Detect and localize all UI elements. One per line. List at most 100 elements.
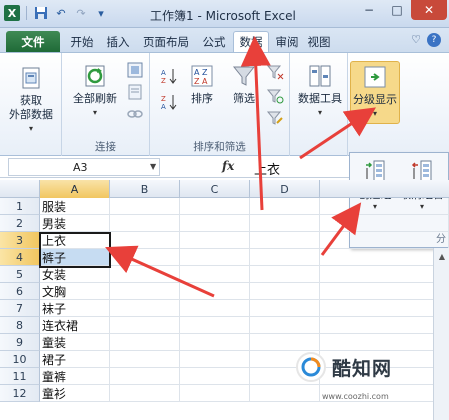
row-header[interactable]: 7 (0, 300, 40, 317)
column-header-a[interactable]: A (40, 180, 110, 198)
customize-qat-icon[interactable]: ▾ (93, 5, 109, 21)
cell-empty[interactable] (180, 300, 250, 317)
name-box[interactable]: A3 (8, 158, 160, 176)
cell-empty[interactable] (250, 249, 320, 266)
cell-empty[interactable] (320, 215, 449, 232)
cell-empty[interactable] (110, 198, 180, 215)
cell-a[interactable]: 服装 (40, 198, 110, 215)
cell-empty[interactable] (320, 198, 449, 215)
cell-empty[interactable] (250, 334, 320, 351)
sort-button[interactable]: A ZZ A 排序 (184, 63, 220, 106)
cell-empty[interactable] (110, 351, 180, 368)
row-header[interactable]: 10 (0, 351, 40, 368)
cell-empty[interactable] (180, 368, 250, 385)
minimize-ribbon-icon[interactable]: ♡ (411, 33, 421, 47)
properties-icon[interactable] (126, 83, 144, 101)
clear-filter-icon[interactable] (266, 63, 284, 81)
cell-empty[interactable] (180, 385, 250, 402)
refresh-all-button[interactable]: 全部刷新 ▾ (70, 63, 120, 120)
edit-links-icon[interactable] (126, 105, 144, 123)
redo-icon[interactable]: ↷ (73, 5, 89, 21)
undo-icon[interactable]: ↶ (53, 5, 69, 21)
row-header[interactable]: 5 (0, 266, 40, 283)
row-header[interactable]: 12 (0, 385, 40, 402)
cell-a[interactable]: 文胸 (40, 283, 110, 300)
filter-button[interactable]: 筛选 (226, 63, 262, 106)
cell-empty[interactable] (180, 317, 250, 334)
cell-a[interactable]: 童装 (40, 334, 110, 351)
column-header-c[interactable]: C (180, 180, 250, 198)
tab-view[interactable]: 视图 (304, 31, 334, 52)
cell-empty[interactable] (320, 232, 449, 249)
get-external-data-button[interactable]: 获取 外部数据 ▾ (8, 65, 54, 136)
cell-empty[interactable] (110, 215, 180, 232)
minimize-button[interactable]: − (355, 0, 383, 20)
cell-empty[interactable] (250, 300, 320, 317)
cell-empty[interactable] (250, 215, 320, 232)
row-header[interactable]: 4 (0, 249, 40, 266)
row-header[interactable]: 3 (0, 232, 40, 249)
insert-function-icon[interactable]: fx (222, 159, 234, 173)
cell-a[interactable]: 袜子 (40, 300, 110, 317)
cell-a[interactable]: 童衫 (40, 385, 110, 402)
tab-file[interactable]: 文件 (6, 31, 60, 52)
connections-icon[interactable] (126, 61, 144, 79)
outline-button[interactable]: 分级显示 ▾ (350, 61, 400, 124)
cell-empty[interactable] (250, 198, 320, 215)
column-header-d[interactable]: D (250, 180, 320, 198)
cell-a[interactable]: 裙子 (40, 351, 110, 368)
cell-empty[interactable] (110, 385, 180, 402)
cell-empty[interactable] (110, 283, 180, 300)
tab-page-layout[interactable]: 页面布局 (138, 31, 194, 52)
cell-a[interactable]: 男装 (40, 215, 110, 232)
cell-empty[interactable] (110, 249, 180, 266)
cell-empty[interactable] (110, 300, 180, 317)
cell-empty[interactable] (320, 317, 449, 334)
tab-review[interactable]: 审阅 (272, 31, 302, 52)
sort-ascending-icon[interactable]: AZ (160, 67, 178, 85)
data-tools-button[interactable]: 数据工具 ▾ (294, 63, 346, 120)
cell-empty[interactable] (180, 198, 250, 215)
reapply-icon[interactable] (266, 87, 284, 105)
cell-empty[interactable] (250, 317, 320, 334)
tab-data[interactable]: 数据 (233, 31, 269, 52)
cell-empty[interactable] (250, 266, 320, 283)
cell-empty[interactable] (250, 385, 320, 402)
advanced-filter-icon[interactable] (266, 109, 284, 127)
cell-a[interactable]: 连衣裙 (40, 317, 110, 334)
cell-a[interactable]: 童裤 (40, 368, 110, 385)
cell-empty[interactable] (180, 232, 250, 249)
cell-empty[interactable] (110, 232, 180, 249)
save-icon[interactable] (33, 5, 49, 21)
row-header[interactable]: 11 (0, 368, 40, 385)
tab-insert[interactable]: 插入 (102, 31, 134, 52)
name-box-dropdown-icon[interactable]: ▼ (150, 162, 156, 171)
cell-empty[interactable] (110, 266, 180, 283)
scroll-up-icon[interactable]: ▲ (434, 248, 449, 264)
help-icon[interactable]: ? (427, 33, 441, 47)
cell-empty[interactable] (250, 283, 320, 300)
tab-formulas[interactable]: 公式 (198, 31, 230, 52)
cell-empty[interactable] (180, 249, 250, 266)
row-header[interactable]: 8 (0, 317, 40, 334)
cell-empty[interactable] (320, 266, 449, 283)
cell-empty[interactable] (320, 283, 449, 300)
select-all-corner[interactable] (0, 180, 40, 198)
cell-empty[interactable] (180, 334, 250, 351)
row-header[interactable]: 9 (0, 334, 40, 351)
row-header[interactable]: 2 (0, 215, 40, 232)
row-header[interactable]: 1 (0, 198, 40, 215)
formula-input[interactable]: 上衣 (254, 159, 280, 178)
cell-a[interactable]: 女装 (40, 266, 110, 283)
close-button[interactable]: ✕ (411, 0, 447, 20)
vertical-scrollbar[interactable]: ▲ (433, 248, 449, 420)
row-header[interactable]: 6 (0, 283, 40, 300)
cell-empty[interactable] (110, 317, 180, 334)
cell-empty[interactable] (320, 300, 449, 317)
cell-empty[interactable] (180, 266, 250, 283)
cell-empty[interactable] (180, 351, 250, 368)
cell-empty[interactable] (320, 334, 449, 351)
cell-empty[interactable] (110, 334, 180, 351)
cell-empty[interactable] (250, 232, 320, 249)
column-header-b[interactable]: B (110, 180, 180, 198)
